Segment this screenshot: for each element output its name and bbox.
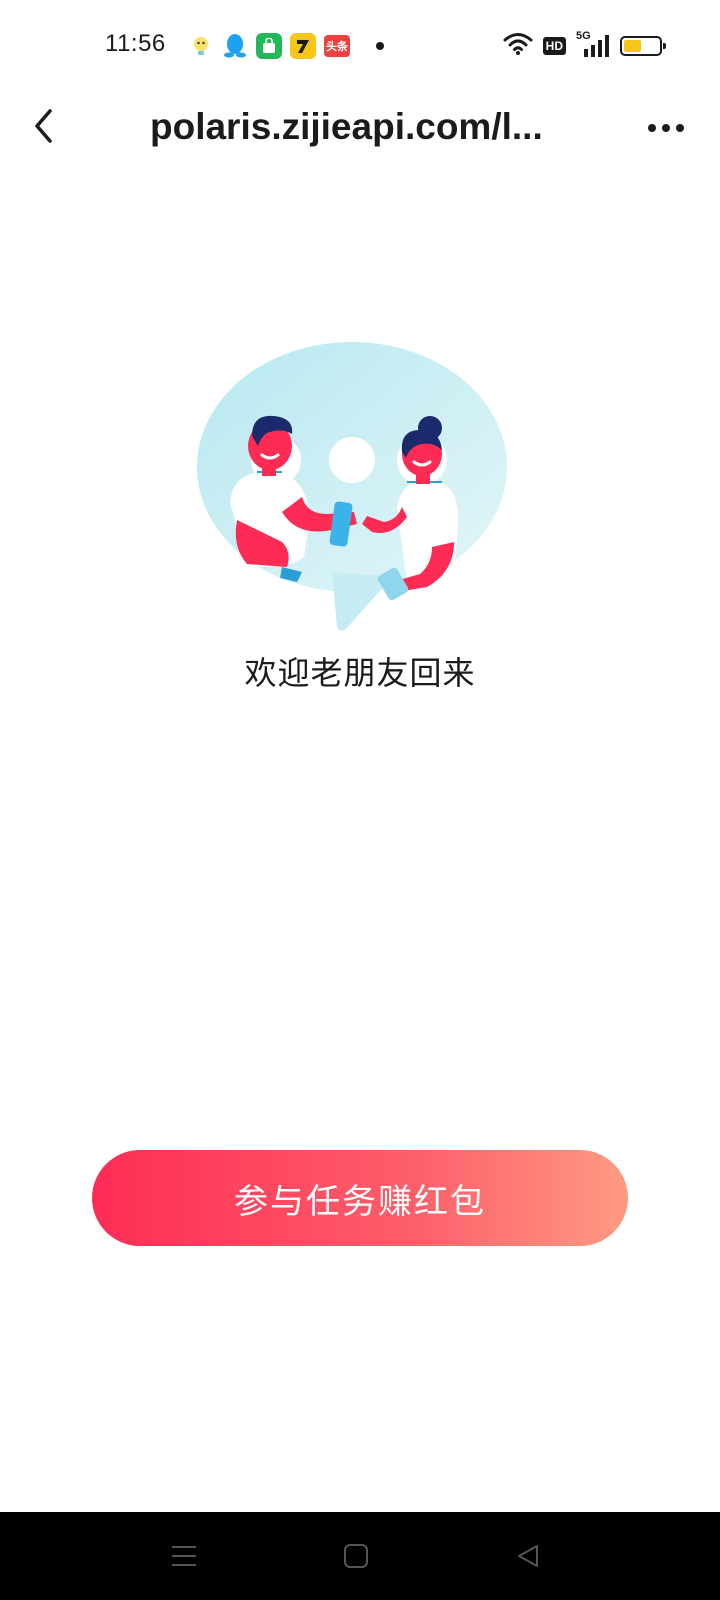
welcome-illustration [197,342,507,631]
notification-icons: 头条 [188,33,384,59]
more-dot [676,124,684,132]
status-bar: 11:56 头条 HD 5G [0,0,720,92]
toutiao-icon: 头条 [324,35,350,57]
signal-icon: 5G [576,30,610,59]
back-icon [518,1545,538,1567]
home-icon [344,1544,368,1568]
battery-level [624,40,641,52]
game-app-icon [290,33,316,59]
qq-icon [222,33,248,59]
shopping-bag-app-icon [256,33,282,59]
menu-icon [172,1546,196,1566]
welcome-message: 欢迎老朋友回来 [244,655,476,691]
status-time: 11:56 [105,30,166,57]
home-button[interactable] [336,1538,376,1574]
lightbulb-app-icon [188,33,214,59]
system-nav-bar [0,1512,720,1600]
chevron-left-icon [35,109,52,143]
more-options-button[interactable] [640,106,692,150]
more-dot [662,124,670,132]
system-status-icons: HD 5G [503,30,666,61]
page-title: polaris.zijieapi.com/l... [150,106,543,147]
more-dot [648,124,656,132]
join-task-button[interactable]: 参与任务赚红包 [92,1150,628,1246]
web-header: polaris.zijieapi.com/l... [0,92,720,162]
battery-icon [620,36,666,56]
hd-badge: HD [542,37,566,55]
menu-button[interactable] [164,1538,204,1574]
wifi-icon [503,32,533,61]
back-button[interactable] [22,104,66,148]
system-back-button[interactable] [508,1538,548,1574]
more-notifications-dot [376,42,384,50]
app-screen: 11:56 头条 HD 5G polaris.zijieapi.com/l...… [0,0,720,1600]
